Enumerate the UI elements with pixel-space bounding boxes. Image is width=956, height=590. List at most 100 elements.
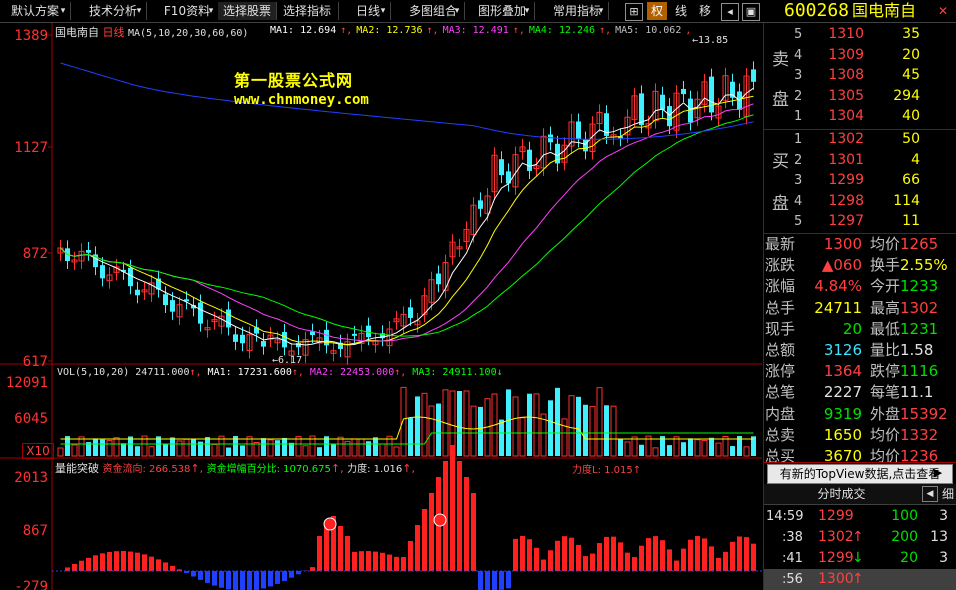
stat-label-2: 外盘: [870, 404, 901, 423]
candle-body: [240, 334, 245, 344]
stat-label-2: 最低: [870, 319, 901, 338]
volume-bar: [163, 443, 168, 456]
ask-row[interactable]: 1 1304 40: [764, 106, 956, 127]
dropdown-arrow-icon[interactable]: ▾: [378, 3, 388, 19]
tick-row[interactable]: :56 1300 ↑: [764, 569, 956, 590]
stat-label-2: 均价: [870, 235, 901, 253]
stat-label-2: 换手: [870, 256, 901, 275]
bid-index: 1: [794, 132, 803, 147]
ma-legend-item: MA4: 12.246: [528, 25, 596, 36]
stat-row: 涨停 1364 跌停 1116: [764, 361, 956, 382]
energy-bar: [702, 538, 707, 571]
energy-bar: [366, 551, 371, 571]
candle-body: [366, 325, 371, 338]
vol-scale-box[interactable]: X10: [22, 443, 54, 459]
volume-bar: [436, 403, 441, 456]
stat-label-2: 跌停: [870, 362, 901, 381]
tick-row[interactable]: :41 1299 ↓ 20 3: [764, 548, 956, 569]
stat-label: 涨幅: [765, 277, 796, 296]
image-icon[interactable]: ▣: [742, 3, 760, 21]
energy-bar: [254, 571, 259, 590]
stat-value: 24711: [814, 298, 862, 317]
bid-volume: 11: [902, 213, 920, 229]
energy-bar: [632, 557, 637, 571]
left-arrow-icon[interactable]: ◂: [721, 3, 739, 21]
energy-bar: [520, 536, 525, 571]
bid-price: 1302: [828, 131, 864, 147]
energy-bar: [562, 536, 567, 571]
volume-bar: [400, 386, 407, 457]
energy-bar: [324, 526, 329, 571]
toolbar-button-3[interactable]: 选择股票: [218, 2, 277, 20]
stat-value: 2227: [823, 383, 862, 402]
tab-tick-trades[interactable]: 分时成交: [764, 484, 919, 504]
y-axis-label: 1389: [14, 28, 48, 44]
dropdown-arrow-icon[interactable]: ▾: [522, 3, 532, 19]
yi-button[interactable]: 移: [695, 2, 715, 20]
energy-bar: [751, 543, 756, 571]
energy-bar: [345, 536, 350, 571]
stat-value-2: 1116: [900, 362, 939, 381]
grid-icon[interactable]: ⊞: [625, 3, 643, 21]
volume-bar: [667, 445, 672, 456]
tab-detail[interactable]: 细: [942, 484, 954, 504]
ma-params: MA(5,10,20,30,60,60): [128, 28, 249, 39]
ask-price: 1309: [828, 46, 864, 63]
bid-row[interactable]: 3 1299 66: [764, 170, 956, 191]
chart-area[interactable]: 1389 1127 872 617 12091 6045 2013 867 -279 ←13.85…: [0, 23, 763, 590]
stat-label: 内盘: [765, 404, 796, 423]
bid-row[interactable]: 1 1302 50: [764, 129, 956, 150]
energy-bar: [660, 540, 665, 571]
volume-bar: [366, 441, 371, 456]
toolbar-button-4[interactable]: 选择指标: [276, 2, 339, 20]
ask-row[interactable]: 2 1305 294: [764, 86, 956, 107]
ask-row[interactable]: 3 1308 45: [764, 65, 956, 86]
topview-button[interactable]: 有新的TopView数据,点击查看: [767, 464, 953, 484]
left-triangle-icon[interactable]: ◀: [922, 486, 938, 502]
stat-row: 现手 20 最低 1231: [764, 319, 956, 340]
volume-bar: [282, 437, 287, 456]
close-icon[interactable]: ✕: [938, 4, 948, 18]
kline-chart[interactable]: 1389 1127 872 617 12091 6045 2013 867 -279 ←13.85…: [0, 23, 763, 590]
tick-row[interactable]: :38 1302 ↑ 200 13: [764, 527, 956, 548]
ask-row[interactable]: 5 1310 35: [764, 24, 956, 45]
candle-body: [660, 94, 665, 110]
energy-bar: [282, 571, 287, 581]
bid-row[interactable]: 5 1297 11: [764, 211, 956, 232]
vol-y-label: 12091: [6, 375, 48, 391]
dropdown-arrow-icon[interactable]: ▾: [58, 3, 68, 19]
dropdown-arrow-icon[interactable]: ▾: [596, 3, 606, 19]
bid-row[interactable]: 4 1298 114: [764, 191, 956, 212]
xian-button[interactable]: 线: [671, 2, 691, 20]
stat-label-2: 量比: [870, 341, 901, 359]
stat-label: 总卖: [765, 425, 796, 444]
dropdown-arrow-icon[interactable]: ▾: [206, 3, 216, 19]
energy-bar: [142, 554, 147, 571]
dropdown-arrow-icon[interactable]: ▾: [452, 3, 462, 19]
energy-bar: [688, 539, 693, 571]
energy-bar: [387, 554, 392, 571]
ask-row[interactable]: 4 1309 20: [764, 45, 956, 66]
watermark-url: www.chnmoney.com: [234, 92, 369, 108]
energy-bar: [618, 542, 623, 571]
volume-bar: [275, 440, 280, 456]
energy-bar: [205, 571, 210, 583]
smiley-icon: [323, 517, 337, 531]
tick-row[interactable]: 14:59 1299 100 3: [764, 506, 956, 527]
stat-value-2: 1231: [900, 319, 939, 338]
ask-volume: 40: [902, 108, 920, 124]
volume-bar: [373, 437, 378, 456]
play-icon[interactable]: ▶: [929, 464, 947, 482]
stat-row: 总手 24711 最高 1302: [764, 298, 956, 319]
volume-bar: [226, 447, 231, 456]
dropdown-arrow-icon[interactable]: ▾: [134, 3, 144, 19]
candle-body: [86, 249, 91, 253]
stock-code: 600268: [784, 0, 850, 21]
volume-bar: [421, 392, 428, 457]
stat-value-2: 1332: [900, 425, 939, 444]
volume-bar: [289, 442, 294, 456]
quan-button[interactable]: 权: [647, 2, 667, 20]
bid-row[interactable]: 2 1301 4: [764, 150, 956, 171]
volume-bar: [100, 439, 105, 456]
energy-bar: [716, 557, 721, 571]
